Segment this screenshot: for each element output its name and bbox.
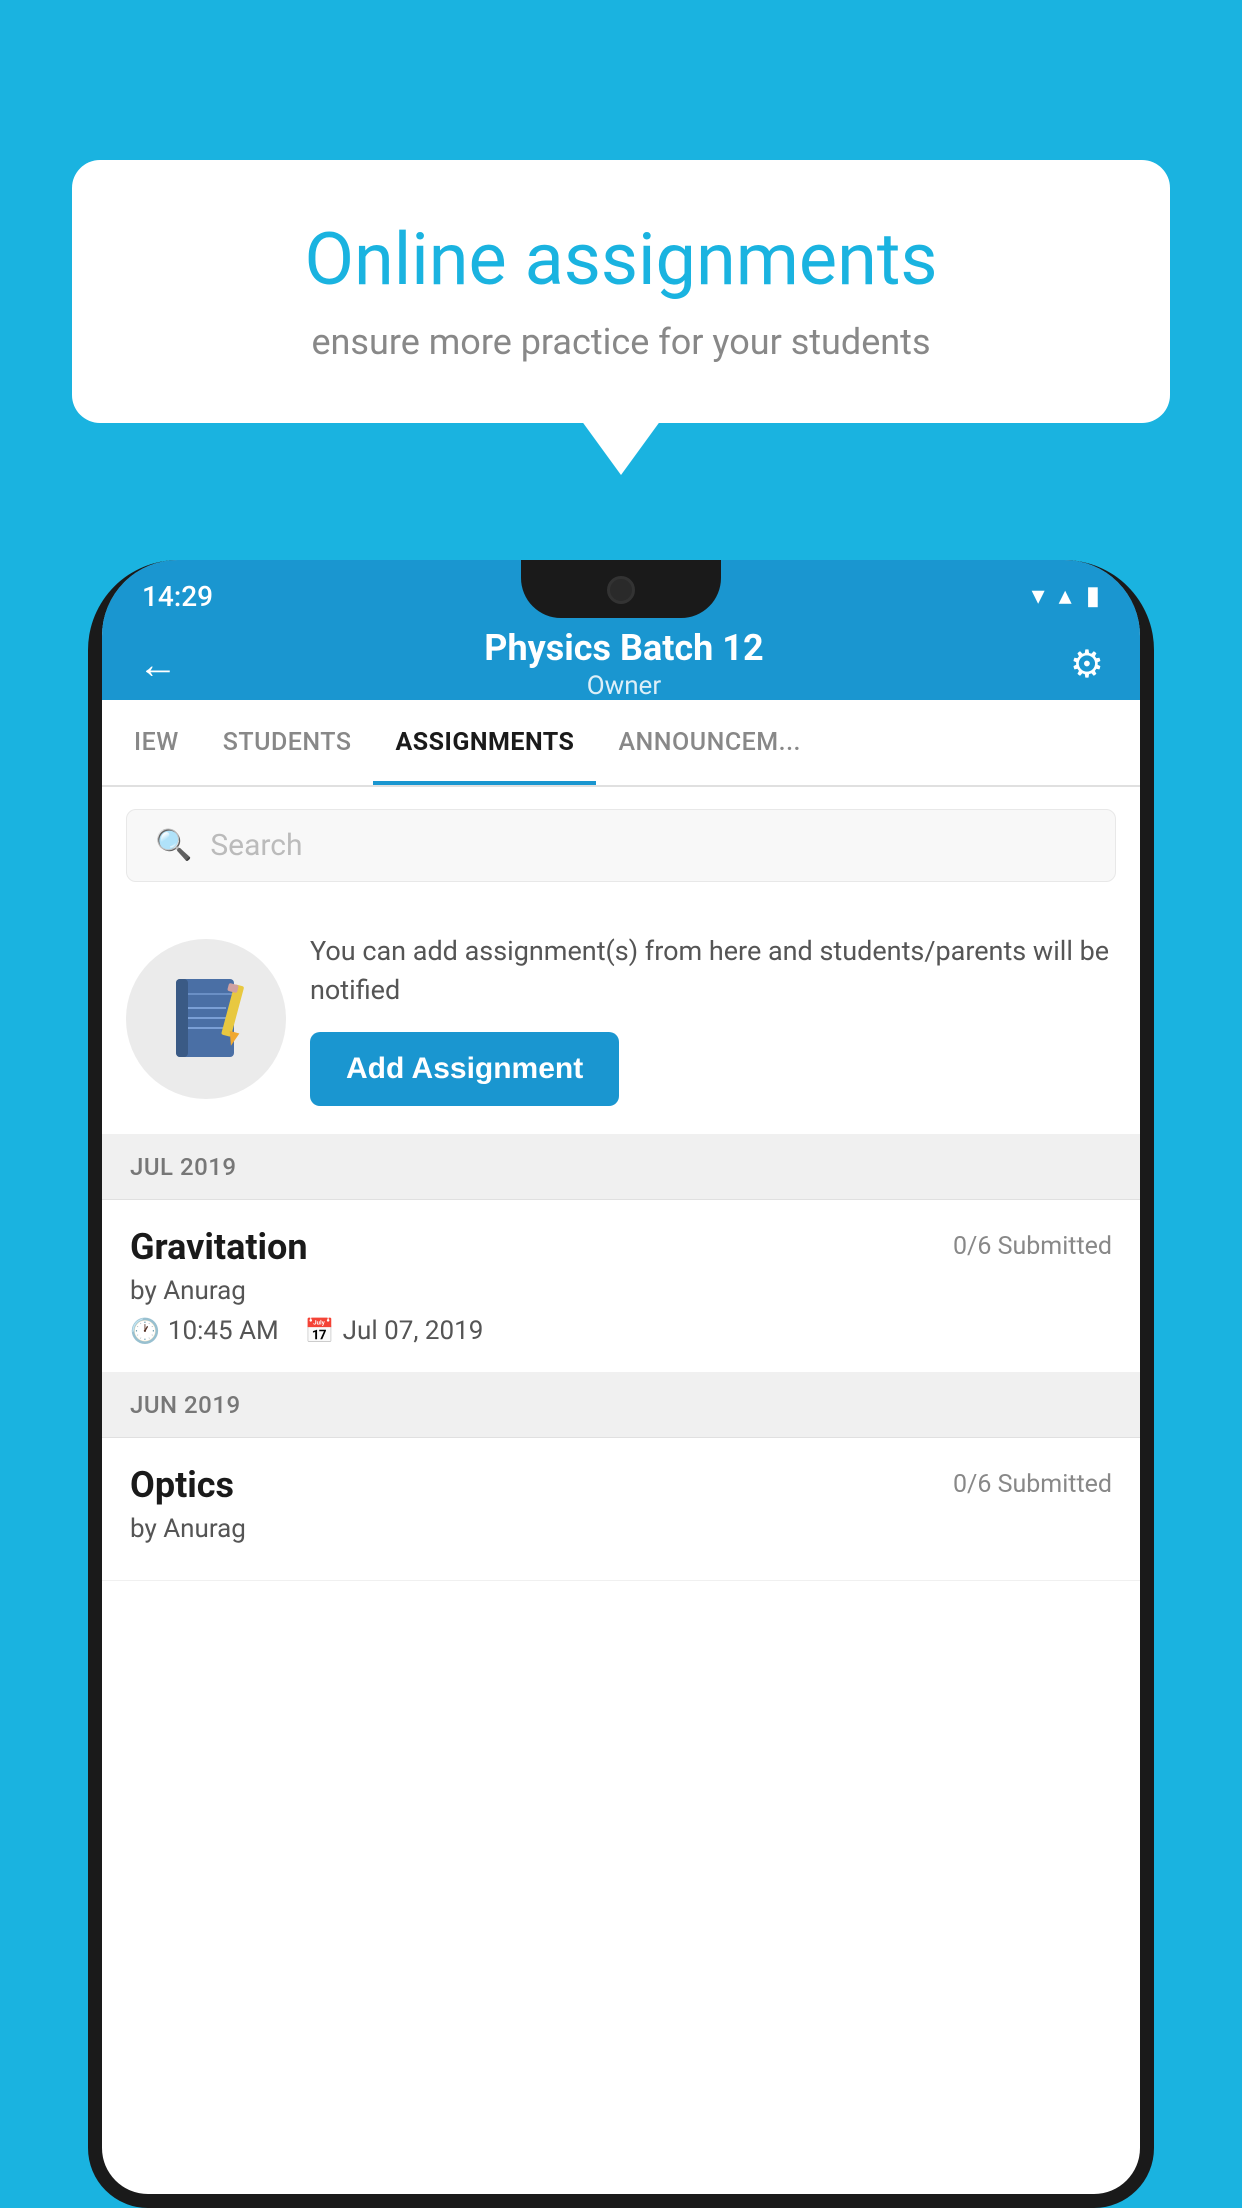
assignment-submitted-optics: 0/6 Submitted (953, 1470, 1112, 1499)
month-separator-jul: JUL 2019 (102, 1135, 1140, 1200)
notebook-icon (166, 974, 246, 1064)
info-card: You can add assignment(s) from here and … (102, 904, 1140, 1135)
tab-iew[interactable]: IEW (112, 700, 201, 785)
month-separator-jun: JUN 2019 (102, 1373, 1140, 1438)
tab-students[interactable]: STUDENTS (201, 700, 374, 785)
search-container: 🔍 Search (102, 787, 1140, 904)
search-icon: 🔍 (155, 828, 192, 863)
info-text-block: You can add assignment(s) from here and … (310, 932, 1116, 1106)
assignment-meta: 🕐 10:45 AM 📅 Jul 07, 2019 (130, 1316, 1112, 1346)
add-assignment-button[interactable]: Add Assignment (310, 1032, 619, 1106)
assignment-header-row: Gravitation 0/6 Submitted (130, 1226, 1112, 1268)
back-button[interactable]: ← (138, 641, 178, 688)
assignment-date: Jul 07, 2019 (343, 1316, 484, 1346)
search-placeholder: Search (210, 828, 302, 863)
assignment-title: Gravitation (130, 1226, 308, 1268)
phone-notch (521, 560, 721, 618)
wifi-icon: ▾ (1032, 581, 1045, 611)
assignment-title-optics: Optics (130, 1464, 234, 1506)
tab-announcements[interactable]: ANNOUNCEM... (596, 700, 823, 785)
status-icons: ▾ ▴ ▮ (1032, 581, 1100, 611)
speech-bubble-container: Online assignments ensure more practice … (72, 160, 1170, 423)
phone-frame: 14:29 ▾ ▴ ▮ ← Physics Batch 12 Owner ⚙ I… (88, 560, 1154, 2208)
speech-bubble-subtitle: ensure more practice for your students (142, 321, 1100, 363)
assignment-author: by Anurag (130, 1276, 1112, 1306)
info-description: You can add assignment(s) from here and … (310, 932, 1116, 1010)
phone-screen: 14:29 ▾ ▴ ▮ ← Physics Batch 12 Owner ⚙ I… (102, 560, 1140, 2194)
header-subtitle: Owner (178, 671, 1070, 701)
assignment-author-optics: by Anurag (130, 1514, 1112, 1544)
status-time: 14:29 (142, 580, 213, 613)
header-center: Physics Batch 12 Owner (178, 627, 1070, 701)
tabs-bar: IEW STUDENTS ASSIGNMENTS ANNOUNCEM... (102, 700, 1140, 787)
calendar-icon: 📅 (305, 1317, 335, 1345)
header-title: Physics Batch 12 (178, 627, 1070, 669)
settings-button[interactable]: ⚙ (1070, 642, 1104, 687)
speech-bubble-title: Online assignments (142, 220, 1100, 299)
info-icon-circle (126, 939, 286, 1099)
assignment-time: 10:45 AM (168, 1316, 279, 1346)
assignment-submitted: 0/6 Submitted (953, 1232, 1112, 1261)
assignment-item-optics[interactable]: Optics 0/6 Submitted by Anurag (102, 1438, 1140, 1581)
assignment-header-row-optics: Optics 0/6 Submitted (130, 1464, 1112, 1506)
meta-date: 📅 Jul 07, 2019 (305, 1316, 484, 1346)
tab-assignments[interactable]: ASSIGNMENTS (373, 700, 596, 785)
phone-camera (607, 576, 635, 604)
battery-icon: ▮ (1086, 581, 1100, 611)
signal-icon: ▴ (1059, 581, 1072, 611)
speech-bubble: Online assignments ensure more practice … (72, 160, 1170, 423)
clock-icon: 🕐 (130, 1317, 160, 1345)
search-bar[interactable]: 🔍 Search (126, 809, 1116, 882)
assignment-item-gravitation[interactable]: Gravitation 0/6 Submitted by Anurag 🕐 10… (102, 1200, 1140, 1373)
meta-time: 🕐 10:45 AM (130, 1316, 279, 1346)
